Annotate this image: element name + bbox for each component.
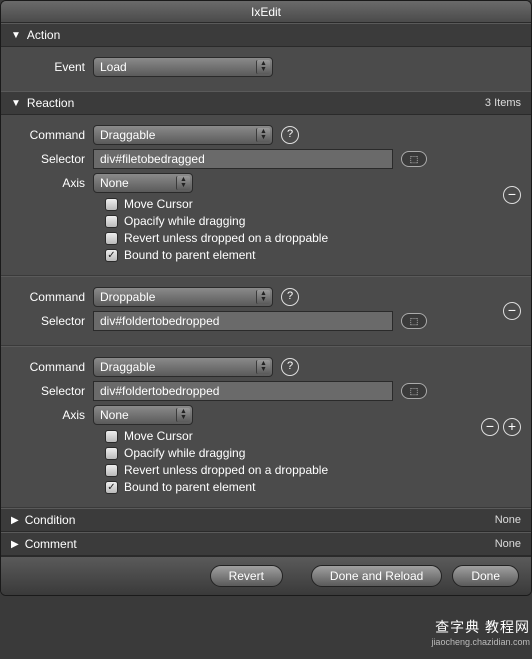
axis-select[interactable]: None ▲▼ xyxy=(93,173,193,193)
selector-input[interactable] xyxy=(93,311,393,331)
select-arrows-icon: ▲▼ xyxy=(176,408,190,422)
reaction-item: Command Draggable ▲▼ ? Selector ⬚ Axis N… xyxy=(1,115,531,276)
selector-input[interactable] xyxy=(93,381,393,401)
disclosure-triangle-icon: ▶ xyxy=(11,539,19,550)
bound-checkbox[interactable]: ✓ xyxy=(105,481,118,494)
event-select[interactable]: Load ▲▼ xyxy=(93,57,273,77)
select-arrows-icon: ▲▼ xyxy=(256,290,270,304)
watermark: 查字典 教程网 jiaocheng.chazidian.com xyxy=(431,617,530,647)
section-title: Comment xyxy=(25,537,77,551)
selector-picker-icon[interactable]: ⬚ xyxy=(401,383,427,399)
command-label: Command xyxy=(9,128,93,142)
action-body: Event Load ▲▼ xyxy=(1,47,531,91)
checkbox-label: Opacify while dragging xyxy=(124,446,245,460)
checkbox-label: Bound to parent element xyxy=(124,248,255,262)
event-label: Event xyxy=(9,60,93,74)
selector-input[interactable] xyxy=(93,149,393,169)
checkbox-label: Move Cursor xyxy=(124,197,193,211)
move-cursor-checkbox[interactable] xyxy=(105,430,118,443)
command-select[interactable]: Draggable ▲▼ xyxy=(93,357,273,377)
move-cursor-checkbox[interactable] xyxy=(105,198,118,211)
done-and-reload-button[interactable]: Done and Reload xyxy=(311,565,442,587)
reaction-item: Command Draggable ▲▼ ? Selector ⬚ Axis N… xyxy=(1,346,531,508)
revert-button[interactable]: Revert xyxy=(210,565,283,587)
command-label: Command xyxy=(9,290,93,304)
help-icon[interactable]: ? xyxy=(281,126,299,144)
reaction-item: Command Droppable ▲▼ ? Selector ⬚ − xyxy=(1,276,531,346)
command-select[interactable]: Droppable ▲▼ xyxy=(93,287,273,307)
command-label: Command xyxy=(9,360,93,374)
checkbox-label: Revert unless dropped on a droppable xyxy=(124,463,328,477)
select-arrows-icon: ▲▼ xyxy=(256,60,270,74)
checkbox-label: Move Cursor xyxy=(124,429,193,443)
remove-reaction-button[interactable]: − xyxy=(503,186,521,204)
comment-count: None xyxy=(495,538,521,550)
select-arrows-icon: ▲▼ xyxy=(176,176,190,190)
selector-label: Selector xyxy=(9,314,93,328)
opacify-checkbox[interactable] xyxy=(105,447,118,460)
opacify-checkbox[interactable] xyxy=(105,215,118,228)
condition-count: None xyxy=(495,514,521,526)
ixedit-window: IxEdit ▼ Action Event Load ▲▼ ▼ Reaction… xyxy=(0,0,532,596)
selector-picker-icon[interactable]: ⬚ xyxy=(401,313,427,329)
reaction-count: 3 Items xyxy=(485,97,521,109)
section-header-action[interactable]: ▼ Action xyxy=(1,23,531,47)
revert-checkbox[interactable] xyxy=(105,232,118,245)
bound-checkbox[interactable]: ✓ xyxy=(105,249,118,262)
selector-picker-icon[interactable]: ⬚ xyxy=(401,151,427,167)
select-arrows-icon: ▲▼ xyxy=(256,128,270,142)
help-icon[interactable]: ? xyxy=(281,358,299,376)
help-icon[interactable]: ? xyxy=(281,288,299,306)
section-header-condition[interactable]: ▶ Condition None xyxy=(1,508,531,532)
disclosure-triangle-icon: ▶ xyxy=(11,515,19,526)
section-title: Condition xyxy=(25,513,76,527)
remove-reaction-button[interactable]: − xyxy=(481,418,499,436)
section-title: Reaction xyxy=(27,96,74,110)
axis-label: Axis xyxy=(9,408,93,422)
remove-reaction-button[interactable]: − xyxy=(503,302,521,320)
footer-bar: Revert Done and Reload Done xyxy=(1,556,531,595)
done-button[interactable]: Done xyxy=(452,565,519,587)
checkbox-label: Bound to parent element xyxy=(124,480,255,494)
add-reaction-button[interactable]: + xyxy=(503,418,521,436)
selector-label: Selector xyxy=(9,152,93,166)
disclosure-triangle-icon: ▼ xyxy=(11,98,21,109)
window-title: IxEdit xyxy=(1,1,531,23)
selector-label: Selector xyxy=(9,384,93,398)
checkbox-label: Opacify while dragging xyxy=(124,214,245,228)
section-title: Action xyxy=(27,28,60,42)
axis-select[interactable]: None ▲▼ xyxy=(93,405,193,425)
select-arrows-icon: ▲▼ xyxy=(256,360,270,374)
revert-checkbox[interactable] xyxy=(105,464,118,477)
checkbox-label: Revert unless dropped on a droppable xyxy=(124,231,328,245)
command-select[interactable]: Draggable ▲▼ xyxy=(93,125,273,145)
disclosure-triangle-icon: ▼ xyxy=(11,30,21,41)
axis-label: Axis xyxy=(9,176,93,190)
section-header-comment[interactable]: ▶ Comment None xyxy=(1,532,531,556)
section-header-reaction[interactable]: ▼ Reaction 3 Items xyxy=(1,91,531,115)
